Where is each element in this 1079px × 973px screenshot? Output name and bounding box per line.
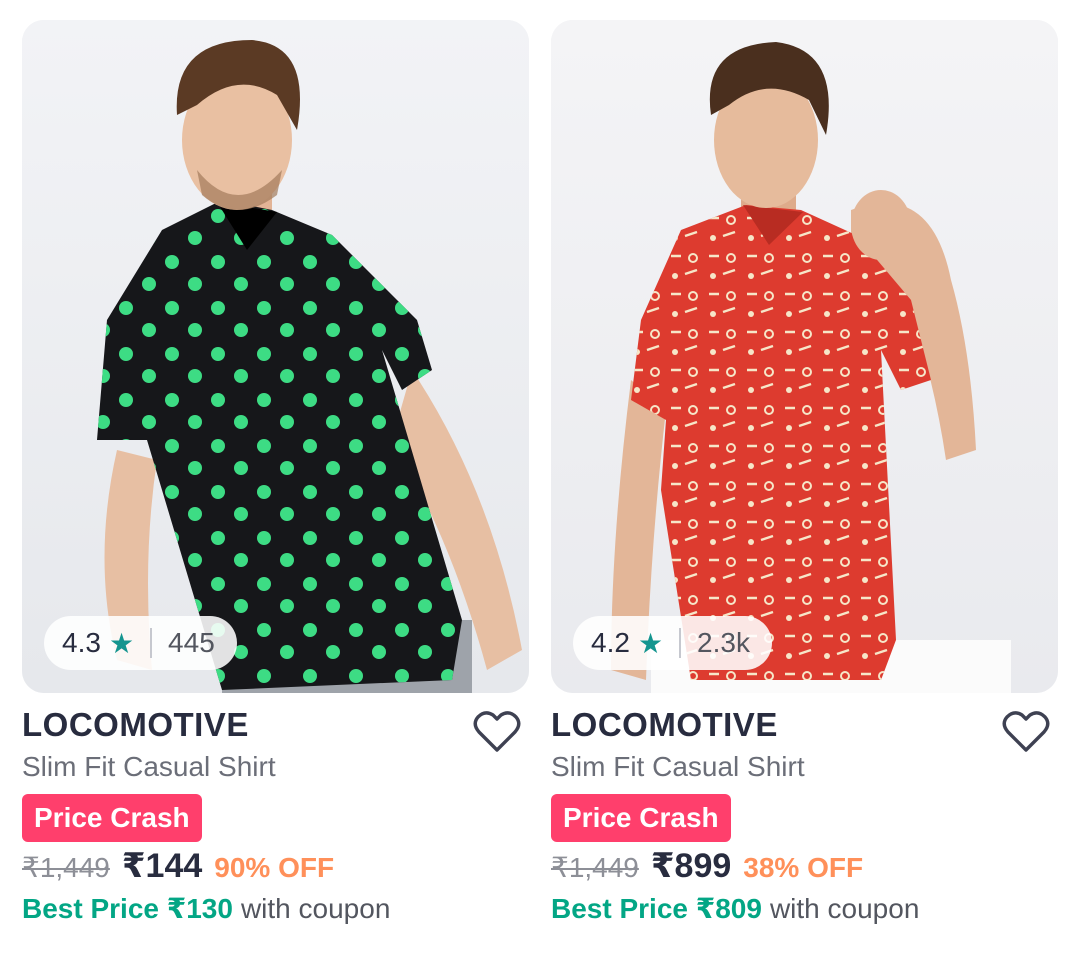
coupon-text: with coupon <box>240 893 391 924</box>
rating-divider <box>150 628 153 658</box>
mrp-strikethrough: ₹1,449 <box>22 852 110 883</box>
rating-count: 2.3k <box>697 627 750 658</box>
selling-price: ₹899 <box>650 847 732 885</box>
discount-percent: 38% OFF <box>743 852 864 883</box>
mrp-strikethrough: ₹1,449 <box>551 852 639 883</box>
rating-value: 4.3 <box>62 627 101 658</box>
heart-outline-icon[interactable] <box>473 710 521 754</box>
coupon-text: with coupon <box>769 893 920 924</box>
rating-divider <box>679 628 682 658</box>
best-price-row: Best Price ₹130 with coupon <box>22 892 390 925</box>
rating-pill: 4.2 ★ 2.3k <box>573 616 772 670</box>
brand-name: LOCOMOTIVE <box>551 706 778 743</box>
rating-value: 4.2 <box>591 627 630 658</box>
rating-count: 445 <box>168 627 215 658</box>
product-card[interactable]: 4.2 ★ 2.3k LOCOMOTIVE Slim Fit Casual Sh… <box>551 20 1058 960</box>
star-icon: ★ <box>637 627 664 659</box>
price-crash-badge: Price Crash <box>22 794 202 842</box>
product-name: Slim Fit Casual Shirt <box>22 751 276 782</box>
product-photo <box>551 20 1058 693</box>
heart-outline-icon[interactable] <box>1002 710 1050 754</box>
brand-name: LOCOMOTIVE <box>22 706 249 743</box>
price-row: ₹1,449 ₹144 90% OFF <box>22 846 334 886</box>
product-image[interactable]: 4.3 ★ 445 <box>22 20 529 693</box>
best-price-label: Best Price ₹809 <box>551 893 762 924</box>
product-photo <box>22 20 529 693</box>
best-price-label: Best Price ₹130 <box>22 893 233 924</box>
product-card[interactable]: 4.3 ★ 445 LOCOMOTIVE Slim Fit Casual Shi… <box>22 20 529 960</box>
discount-percent: 90% OFF <box>214 852 335 883</box>
star-icon: ★ <box>108 627 135 659</box>
rating-pill: 4.3 ★ 445 <box>44 616 237 670</box>
best-price-row: Best Price ₹809 with coupon <box>551 892 919 925</box>
product-image[interactable]: 4.2 ★ 2.3k <box>551 20 1058 693</box>
price-crash-badge: Price Crash <box>551 794 731 842</box>
product-grid: 4.3 ★ 445 LOCOMOTIVE Slim Fit Casual Shi… <box>0 0 1079 973</box>
price-row: ₹1,449 ₹899 38% OFF <box>551 846 863 886</box>
selling-price: ₹144 <box>121 847 203 885</box>
product-name: Slim Fit Casual Shirt <box>551 751 805 782</box>
